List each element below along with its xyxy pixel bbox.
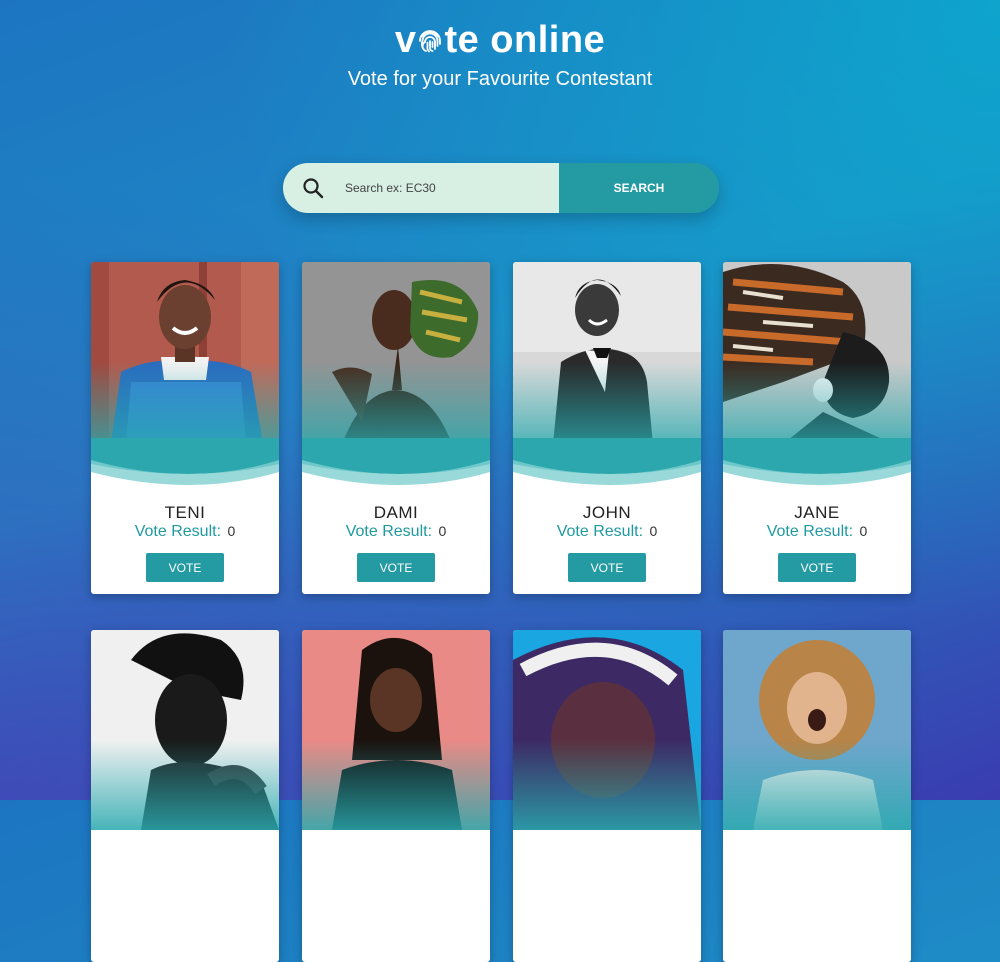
vote-result: Vote Result: 0 bbox=[723, 523, 911, 541]
logo-text: te online bbox=[444, 19, 606, 61]
contestant-card bbox=[513, 630, 701, 962]
vote-result-label: Vote Result: bbox=[134, 523, 222, 540]
contestant-name: TENI bbox=[164, 503, 206, 522]
card-wave bbox=[302, 438, 490, 485]
vote-button[interactable]: VOTE bbox=[146, 553, 224, 582]
vote-button[interactable]: VOTE bbox=[568, 553, 646, 582]
photo-overlay bbox=[513, 740, 701, 830]
card-wave bbox=[91, 438, 279, 485]
vote-result-value: 0 bbox=[859, 523, 868, 539]
fingerprint-icon bbox=[419, 30, 442, 53]
site-header: v te online Vote for your Favourite Cont… bbox=[0, 18, 1000, 91]
contestant-card bbox=[302, 630, 490, 962]
photo-overlay bbox=[723, 740, 911, 830]
logo[interactable]: v te online bbox=[0, 18, 1000, 62]
vote-result: Vote Result: 0 bbox=[91, 523, 279, 541]
contestant-name: JANE bbox=[794, 503, 840, 522]
vote-button[interactable]: VOTE bbox=[778, 553, 856, 582]
card-wave bbox=[513, 438, 701, 485]
card-wave bbox=[723, 438, 911, 485]
contestant-name: DAMI bbox=[373, 503, 419, 522]
vote-result-value: 0 bbox=[227, 523, 236, 539]
vote-result-label: Vote Result: bbox=[345, 523, 433, 540]
contestant-card bbox=[723, 630, 911, 962]
contestant-card: DAMI Vote Result: 0 VOTE bbox=[302, 262, 490, 594]
contestant-card: JOHN Vote Result: 0 VOTE bbox=[513, 262, 701, 594]
vote-result: Vote Result: 0 bbox=[302, 523, 490, 541]
contestant-card: TENI Vote Result: 0 VOTE bbox=[91, 262, 279, 594]
contestant-card bbox=[91, 630, 279, 962]
vote-button[interactable]: VOTE bbox=[357, 553, 435, 582]
search-button[interactable]: SEARCH bbox=[559, 163, 719, 213]
vote-result: Vote Result: 0 bbox=[513, 523, 701, 541]
vote-result-value: 0 bbox=[649, 523, 658, 539]
search-icon[interactable] bbox=[283, 177, 343, 199]
contestant-name: JOHN bbox=[582, 503, 632, 522]
vote-result-label: Vote Result: bbox=[556, 523, 644, 540]
vote-result-value: 0 bbox=[438, 523, 447, 539]
contestant-card: JANE Vote Result: 0 VOTE bbox=[723, 262, 911, 594]
photo-overlay bbox=[91, 740, 279, 830]
vote-result-label: Vote Result: bbox=[766, 523, 854, 540]
search-bar: SEARCH bbox=[283, 163, 719, 213]
photo-overlay bbox=[302, 740, 490, 830]
logo-text-prefix: v bbox=[394, 19, 417, 61]
search-input[interactable] bbox=[343, 180, 547, 196]
tagline: Vote for your Favourite Contestant bbox=[347, 68, 653, 90]
search-field-wrapper bbox=[283, 163, 559, 213]
